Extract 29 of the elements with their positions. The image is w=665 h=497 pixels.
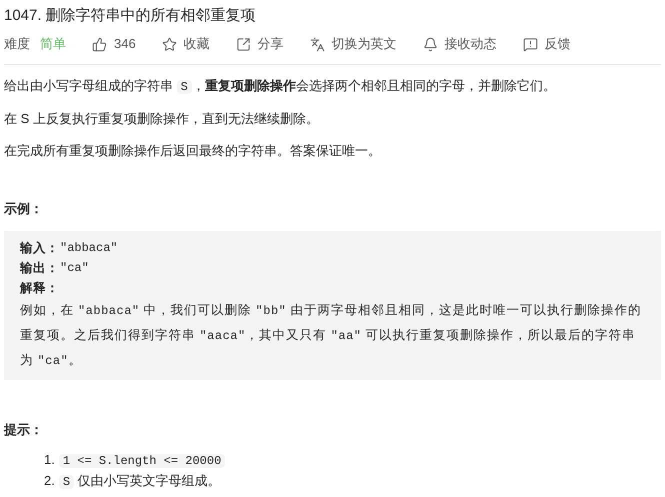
difficulty-value: 简单 [40, 35, 66, 54]
example-label: 解释： [20, 280, 59, 297]
hints-heading: 提示： [4, 421, 44, 439]
example-label: 输入： [20, 240, 59, 257]
action-button[interactable]: 346 [92, 34, 136, 54]
action-button[interactable]: 接收动态 [422, 34, 497, 54]
example-value: "abbaca" [60, 240, 118, 257]
action-button[interactable]: 反馈 [522, 34, 571, 54]
share-icon [236, 36, 251, 52]
list-number: 2. [44, 472, 55, 490]
action-button[interactable]: 收藏 [162, 34, 210, 54]
difficulty-label: 难度 [4, 35, 30, 54]
problem-title: 1047. 删除字符串中的所有相邻重复项 [4, 6, 257, 26]
description-paragraph: 在完成所有重复项删除操作后返回最终的字符串。答案保证唯一。 [4, 142, 382, 160]
translate-icon [310, 36, 325, 52]
hint-text: S 仅由小写英文字母组成。 [58, 471, 221, 492]
action-button[interactable]: 分享 [236, 34, 284, 54]
feedback-icon [522, 36, 538, 52]
bell-icon [422, 36, 438, 52]
description-paragraph: 在 S 上反复执行重复项删除操作，直到无法继续删除。 [4, 110, 320, 128]
star-icon [162, 36, 177, 52]
example-label: 输出： [20, 260, 59, 277]
action-button[interactable]: 切换为英文 [310, 34, 397, 54]
description-paragraph: 给出由小写字母组成的字符串 S ，重复项删除操作会选择两个相邻且相同的字母，并删除它们。 [4, 77, 557, 96]
thumbs-up-icon [92, 36, 107, 52]
list-number: 1. [44, 451, 55, 469]
example-explanation: 例如，在 "abbaca" 中，我们可以删除 "bb" 由于两字母相邻且相同，这是此时唯一可以执行删除操作的重复项。之后我们得到字符串 "aaca"，其中又只有 "aa" 可以执行重复项删除操作，所以最后的字符串为 "ca"。 [20, 302, 642, 370]
example-value: "ca" [60, 260, 89, 277]
example-heading: 示例： [4, 200, 44, 218]
